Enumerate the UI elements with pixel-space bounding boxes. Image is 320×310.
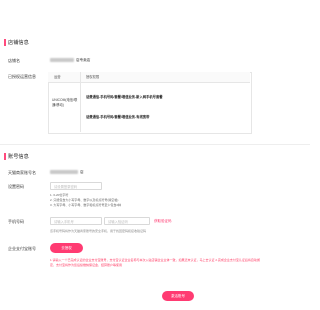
table-header-operator: 运营 [54,75,61,79]
phone-note: 该手机号码将作为天猫商家账号的安全手机，用于找回密码和接收验证码 [50,229,147,233]
verification-code-input[interactable]: 请输入验证码 [104,217,150,225]
merchant-account-value: 店 [80,170,84,174]
permission-row-2: 话费通信-手机号码/套餐/增值业务-有线宽带 [86,115,150,119]
merchant-account-redacted [50,170,78,174]
phone-label: 手机号码 [8,219,24,224]
store-name-redacted [50,58,74,62]
permission-row-1: 话费通信-手机号码/套餐/增值业务-新入网手机号套餐 [86,95,163,99]
password-input[interactable]: 请设置登录密码 [50,182,102,190]
store-name-value: 店专卖店 [76,58,91,62]
get-code-link[interactable]: 获取验证码 [154,219,172,224]
table-header-row [48,72,250,83]
password-label: 设置密码 [8,184,24,189]
operator-name: UNICOM(电信/联通/移动) [52,98,78,107]
section-marker [4,39,6,46]
merchant-account-label: 天猫商家账号名 [8,170,36,175]
store-name-label: 店铺名 [8,58,20,63]
phone-input[interactable]: 请输入手机号 [50,217,102,225]
table-header-permission: 授权权限 [86,75,100,79]
table-column-divider [80,72,81,132]
password-hint-2: 2. 只能包含大小写字母、数字以及标点符号(除空格) [50,198,119,202]
alipay-note: 1.请输入一个已完成认证的企业支付宝账号，支付宝认证企业名称与本次入驻店铺企业主… [50,258,260,267]
password-hint-3: 3. 大写字母、小写字母、数字和标点符号至少包含2种 [50,203,122,207]
section-marker-account [4,153,6,160]
authorized-label: 已授权运营信息 [8,74,36,79]
authorize-button[interactable]: 去授权 [50,243,83,253]
section-divider [0,144,310,145]
alipay-label: 企业支付宝账号 [8,246,36,251]
store-info-title: 店铺信息 [8,40,29,46]
account-info-title: 账号信息 [8,154,29,160]
activate-account-button[interactable]: 激活账号 [162,291,194,301]
password-hint-1: 1. 6-20位字符 [50,193,69,197]
